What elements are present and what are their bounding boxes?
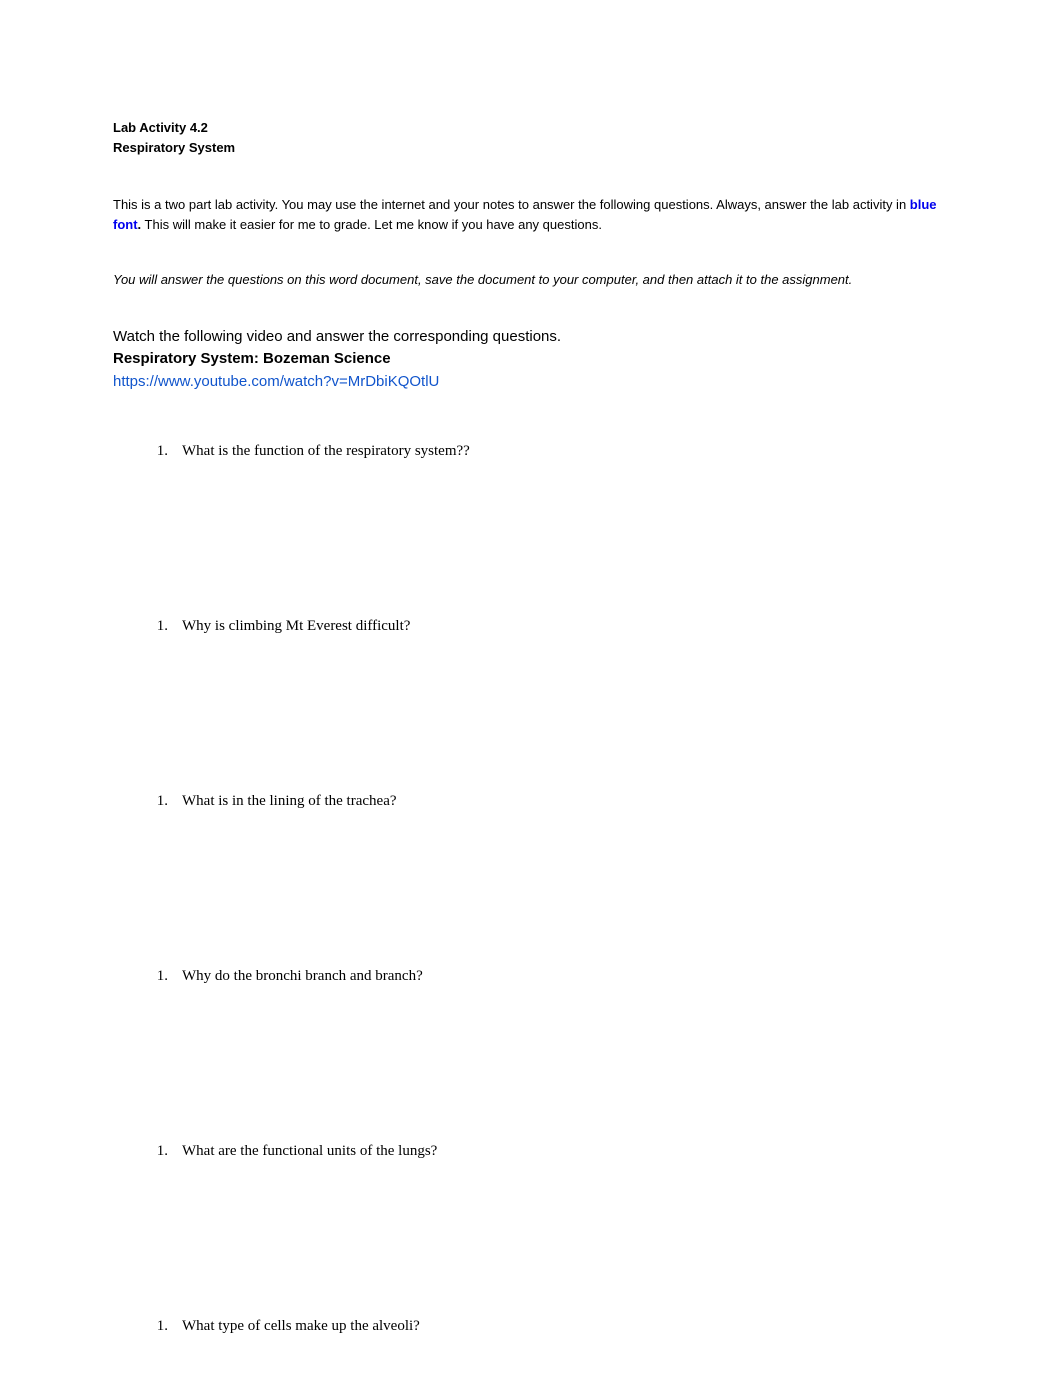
video-section: Watch the following video and answer the… — [113, 326, 949, 394]
document-header: Lab Activity 4.2 Respiratory System — [113, 118, 949, 157]
question-item: 1. What type of cells make up the alveol… — [113, 1318, 949, 1335]
question-number: 1. — [140, 618, 168, 635]
question-text: Why do the bronchi branch and branch? — [182, 968, 423, 985]
question-text: What is in the lining of the trachea? — [182, 793, 397, 810]
intro-paragraph: This is a two part lab activity. You may… — [113, 195, 949, 234]
lab-subtitle: Respiratory System — [113, 138, 949, 158]
question-item: 1. What is in the lining of the trachea? — [113, 793, 949, 810]
lab-title: Lab Activity 4.2 — [113, 118, 949, 138]
question-text: What are the functional units of the lun… — [182, 1143, 437, 1160]
question-text: What is the function of the respiratory … — [182, 443, 470, 460]
question-number: 1. — [140, 1143, 168, 1160]
question-number: 1. — [140, 1318, 168, 1335]
question-text: What type of cells make up the alveoli? — [182, 1318, 420, 1335]
question-number: 1. — [140, 793, 168, 810]
question-item: 1. Why do the bronchi branch and branch? — [113, 968, 949, 985]
video-link[interactable]: https://www.youtube.com/watch?v=MrDbiKQO… — [113, 371, 949, 394]
questions-list: 1. What is the function of the respirato… — [113, 443, 949, 1335]
question-number: 1. — [140, 443, 168, 460]
question-text: Why is climbing Mt Everest difficult? — [182, 618, 410, 635]
question-item: 1. What are the functional units of the … — [113, 1143, 949, 1160]
video-title: Respiratory System: Bozeman Science — [113, 348, 949, 371]
intro-text-part2: This will make it easier for me to grade… — [141, 217, 602, 232]
video-intro-text: Watch the following video and answer the… — [113, 326, 949, 349]
question-item: 1. What is the function of the respirato… — [113, 443, 949, 460]
question-number: 1. — [140, 968, 168, 985]
instruction-note: You will answer the questions on this wo… — [113, 270, 949, 290]
intro-text-part1: This is a two part lab activity. You may… — [113, 197, 910, 212]
question-item: 1. Why is climbing Mt Everest difficult? — [113, 618, 949, 635]
intro-section: This is a two part lab activity. You may… — [113, 195, 949, 234]
